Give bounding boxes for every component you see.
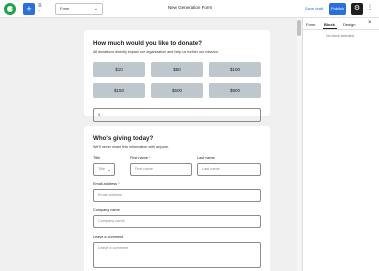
amount-option-900[interactable]: $900	[209, 83, 261, 98]
donation-amount-block[interactable]: How much would you like to donate? All d…	[84, 30, 270, 122]
donation-subtitle: All donations directly impact our organi…	[93, 50, 219, 54]
company-label: Company name	[93, 208, 120, 212]
title-select[interactable]: Title ⌄	[93, 163, 115, 176]
donor-subtitle: We'll never share this information with …	[93, 145, 170, 149]
comment-label: Leave a comment	[93, 235, 124, 239]
add-block-button[interactable]: +	[23, 3, 35, 15]
active-tab-indicator	[323, 28, 337, 29]
chevron-down-icon: ⌄	[93, 6, 98, 12]
form-selector-value: Form	[60, 6, 70, 11]
email-input[interactable]: Email address	[93, 189, 261, 202]
publish-button[interactable]: Publish	[329, 3, 346, 15]
list-view-icon[interactable]: ≡ ·	[38, 3, 42, 14]
app-logo-icon	[4, 3, 16, 15]
title-label: Title	[93, 156, 101, 160]
last-name-input[interactable]: Last name	[197, 163, 261, 176]
save-draft-button[interactable]: Save draft	[305, 6, 323, 11]
top-toolbar: + ≡ · Form ⌄ New Generation Form Save dra…	[0, 0, 379, 18]
chevron-down-icon: ⌄	[107, 167, 111, 172]
close-icon[interactable]: ×	[368, 20, 372, 26]
tab-form[interactable]: Form	[306, 22, 315, 27]
amount-option-10[interactable]: $10	[93, 62, 145, 77]
settings-sidebar	[302, 18, 379, 271]
settings-gear-icon[interactable]: ⚙	[351, 3, 363, 15]
company-input[interactable]: Company name	[93, 215, 261, 228]
last-name-label: Last name	[197, 156, 215, 160]
required-mark: *	[118, 182, 120, 186]
empty-block-message: No block selected.	[326, 34, 355, 38]
donor-heading: Who's giving today?	[93, 135, 154, 142]
first-name-input[interactable]: First name	[130, 163, 192, 176]
amount-option-500[interactable]: $500	[151, 83, 203, 98]
tab-design[interactable]: Design	[343, 22, 355, 27]
required-mark: *	[149, 156, 151, 160]
email-label: Email address *	[93, 182, 120, 186]
form-selector[interactable]: Form ⌄	[55, 3, 103, 15]
donor-info-block[interactable]: Who's giving today? We'll never share th…	[84, 126, 270, 271]
title-select-value: Title	[98, 167, 106, 171]
amount-option-100[interactable]: $100	[209, 62, 261, 77]
form-title[interactable]: New Generation Form	[140, 5, 240, 10]
more-options-icon[interactable]: ⋮	[367, 4, 373, 11]
canvas-scrollbar-track[interactable]	[297, 18, 301, 271]
comment-textarea[interactable]: Leave a comment	[93, 242, 261, 268]
tab-block[interactable]: Block	[324, 22, 335, 27]
tabs-divider	[302, 29, 379, 30]
amount-option-150[interactable]: $150	[93, 83, 145, 98]
amount-option-50[interactable]: $50	[151, 62, 203, 77]
donation-heading: How much would you like to donate?	[93, 40, 202, 47]
editor-canvas: How much would you like to donate? All d…	[0, 18, 302, 271]
first-name-label: First name *	[130, 156, 150, 160]
first-name-label-text: First name	[130, 156, 148, 160]
custom-amount-input[interactable]: $	[93, 108, 261, 122]
email-label-text: Email address	[93, 182, 118, 186]
canvas-scrollbar-thumb[interactable]	[297, 20, 301, 36]
